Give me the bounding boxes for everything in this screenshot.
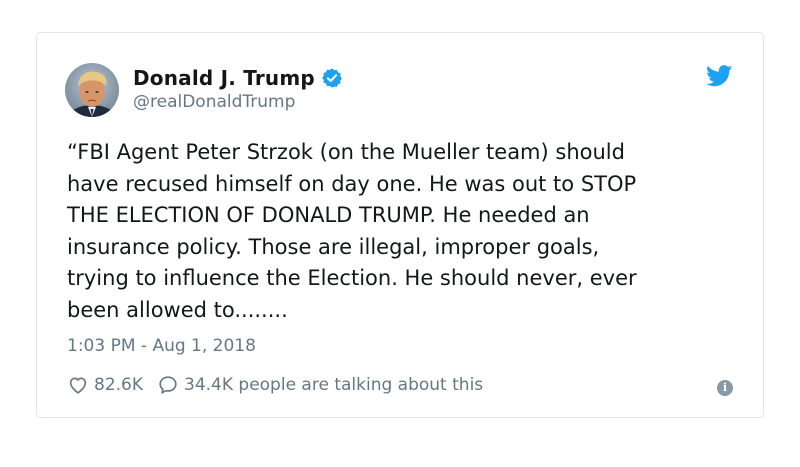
verified-badge-icon: [321, 68, 342, 88]
info-icon[interactable]: i: [717, 380, 733, 396]
avatar[interactable]: [65, 63, 119, 117]
tweet-actions: 82.6K 34.4K people are talking about thi…: [67, 374, 483, 396]
tweet-card[interactable]: Donald J. Trump @realDonaldTrump “FBI Ag…: [36, 32, 764, 418]
author-name-row[interactable]: Donald J. Trump: [133, 66, 343, 90]
like-button[interactable]: 82.6K: [67, 374, 143, 396]
tweet-text-line: been allowed to........: [67, 297, 288, 322]
tweet-text: “FBI Agent Peter Strzok (on the Mueller …: [67, 137, 747, 326]
talking-count: 34.4K people are talking about this: [184, 375, 484, 395]
reply-button[interactable]: 34.4K people are talking about this: [157, 374, 483, 396]
heart-icon: [69, 377, 87, 394]
avatar-image: [65, 63, 119, 117]
speech-bubble-icon: [159, 376, 177, 394]
like-count: 82.6K: [94, 375, 143, 395]
tweet-text-line: trying to influence the Election. He sho…: [67, 266, 637, 290]
tweet-text-line: “FBI Agent Peter Strzok (on the Mueller …: [67, 140, 625, 164]
tweet-timestamp[interactable]: 1:03 PM - Aug 1, 2018: [67, 336, 256, 356]
author-handle[interactable]: @realDonaldTrump: [133, 92, 295, 112]
tweet-text-line: THE ELECTION OF DONALD TRUMP. He needed …: [67, 203, 590, 227]
tweet-text-line: have recused himself on day one. He was …: [67, 171, 637, 196]
twitter-bird-icon[interactable]: [706, 65, 733, 87]
author-display-name[interactable]: Donald J. Trump: [133, 66, 315, 90]
tweet-text-line: insurance policy. Those are illegal, imp…: [67, 234, 600, 259]
